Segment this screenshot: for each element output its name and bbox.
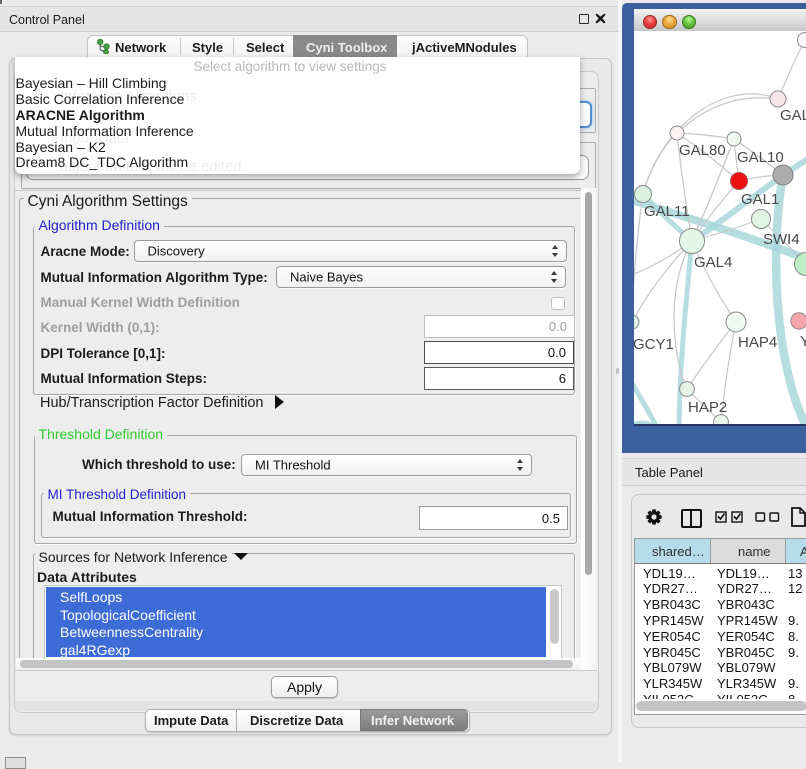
svg-text:GAL1: GAL1: [741, 191, 779, 208]
svg-text:SWI4: SWI4: [763, 231, 800, 248]
svg-text:HAP2: HAP2: [688, 399, 727, 416]
svg-text:GAL4: GAL4: [694, 254, 732, 271]
svg-text:Y: Y: [800, 333, 806, 350]
svg-text:GAL7: GAL7: [780, 107, 806, 124]
svg-text:GAL11: GAL11: [644, 203, 690, 220]
svg-text:GAL10: GAL10: [737, 149, 784, 166]
svg-text:GCY1: GCY1: [634, 336, 674, 353]
svg-text:HAP4: HAP4: [738, 334, 777, 351]
svg-text:GAL80: GAL80: [679, 142, 726, 159]
